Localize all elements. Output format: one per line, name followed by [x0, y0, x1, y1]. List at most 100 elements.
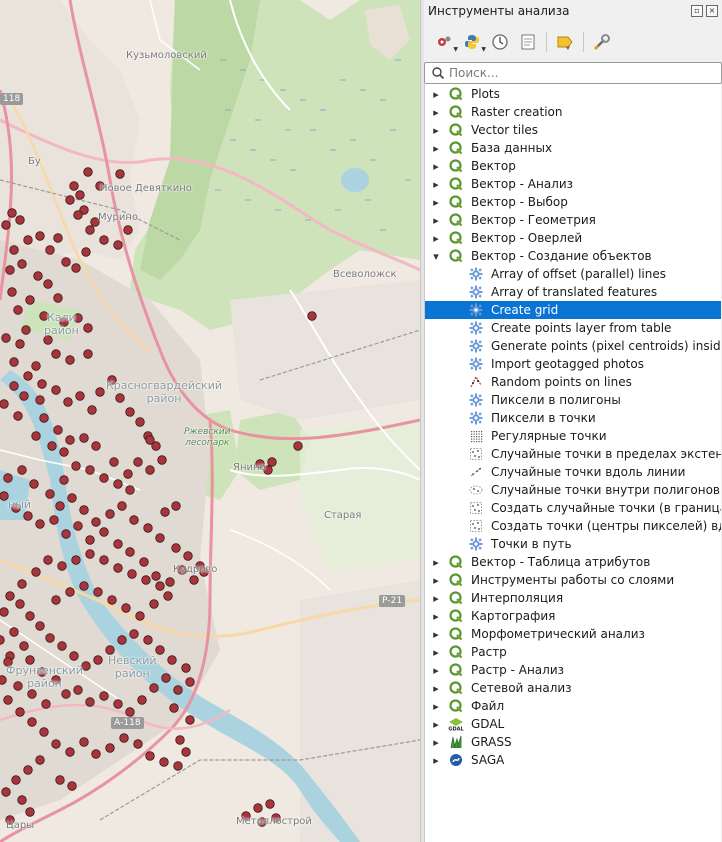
chevron-right-icon[interactable]: ▸ — [431, 733, 441, 751]
chevron-right-icon[interactable]: ▸ — [431, 121, 441, 139]
chevron-right-icon[interactable]: ▸ — [431, 553, 441, 571]
chevron-right-icon[interactable]: ▸ — [431, 751, 441, 769]
map-canvas[interactable]: Кузьмоловский Новое Девяткино Мурино Все… — [0, 0, 420, 842]
tree-group[interactable]: ▸ SAGA — [425, 751, 721, 769]
map-point — [129, 629, 139, 639]
options-icon[interactable] — [590, 30, 614, 54]
edit-features-icon[interactable] — [553, 30, 577, 54]
chevron-right-icon[interactable]: ▸ — [431, 697, 441, 715]
tree-group[interactable]: ▸ Raster creation — [425, 103, 721, 121]
search-box[interactable] — [424, 62, 722, 84]
history-icon[interactable] — [488, 30, 512, 54]
chevron-right-icon[interactable]: ▸ — [431, 193, 441, 211]
tree-item-label: Вектор - Таблица атрибутов — [471, 555, 651, 569]
algorithm-tree[interactable]: ▸ Plots ▸ Raster creation ▸ Vector tiles ▸ База… — [424, 84, 721, 842]
map-point — [125, 707, 135, 717]
tree-algorithm[interactable]: Random points on lines — [425, 373, 721, 391]
tree-group[interactable]: ▸ GDAL GDAL — [425, 715, 721, 733]
qgis-icon — [448, 158, 464, 174]
tree-item-label: Raster creation — [471, 105, 563, 119]
search-input[interactable] — [445, 66, 721, 80]
tree-group[interactable]: ▾ Вектор - Создание объектов — [425, 247, 721, 265]
tree-algorithm[interactable]: Случайные точки внутри полигонов — [425, 481, 721, 499]
python-icon[interactable]: ▼ — [460, 30, 486, 54]
chevron-right-icon[interactable]: ▸ — [431, 625, 441, 643]
chevron-right-icon[interactable]: ▸ — [431, 643, 441, 661]
tree-algorithm[interactable]: Создать случайные точки (в границах с... — [425, 499, 721, 517]
tree-algorithm[interactable]: Array of offset (parallel) lines — [425, 265, 721, 283]
tree-group[interactable]: ▸ Vector tiles — [425, 121, 721, 139]
tree-group[interactable]: ▸ Файл — [425, 697, 721, 715]
tree-item-label: Create points layer from table — [491, 321, 672, 335]
chevron-right-icon[interactable]: ▸ — [431, 607, 441, 625]
chevron-right-icon[interactable]: ▸ — [431, 229, 441, 247]
tree-algorithm[interactable]: Generate points (pixel centroids) inside… — [425, 337, 721, 355]
tree-algorithm[interactable]: Случайные точки в пределах экстента — [425, 445, 721, 463]
tree-algorithm[interactable]: Точки в путь — [425, 535, 721, 553]
tree-algorithm[interactable]: Случайные точки вдоль линии — [425, 463, 721, 481]
tree-group[interactable]: ▸ Картография — [425, 607, 721, 625]
chevron-right-icon[interactable]: ▸ — [431, 715, 441, 733]
tree-algorithm[interactable]: Array of translated features — [425, 283, 721, 301]
tree-algorithm[interactable]: Регулярные точки — [425, 427, 721, 445]
chevron-right-icon[interactable]: ▸ — [431, 175, 441, 193]
close-icon[interactable]: × — [706, 5, 718, 17]
map-point — [85, 535, 95, 545]
qgis-icon — [448, 644, 464, 660]
road-shield-a118: А-118 — [111, 717, 144, 729]
map-point — [127, 569, 137, 579]
map-point — [75, 190, 85, 200]
tree-group[interactable]: ▸ Интерполяция — [425, 589, 721, 607]
tree-group[interactable]: ▸ Вектор — [425, 157, 721, 175]
map-point — [83, 323, 93, 333]
tree-group[interactable]: ▸ Морфометрический анализ — [425, 625, 721, 643]
chevron-right-icon[interactable]: ▸ — [431, 85, 441, 103]
map-point — [99, 555, 109, 565]
tree-algorithm[interactable]: Import geotagged photos — [425, 355, 721, 373]
tree-algorithm[interactable]: Пиксели в полигоны — [425, 391, 721, 409]
chevron-right-icon[interactable]: ▸ — [431, 571, 441, 589]
tree-algorithm[interactable]: Создать точки (центры пикселей) вдол... — [425, 517, 721, 535]
map-point — [185, 715, 195, 725]
tree-group[interactable]: ▸ Вектор - Геометрия — [425, 211, 721, 229]
map-point — [19, 641, 29, 651]
map-point — [159, 757, 169, 767]
tree-group[interactable]: ▸ GRASS — [425, 733, 721, 751]
tree-group[interactable]: ▸ Растр — [425, 643, 721, 661]
tree-group[interactable]: ▸ Сетевой анализ — [425, 679, 721, 697]
tree-group[interactable]: ▸ Вектор - Таблица атрибутов — [425, 553, 721, 571]
chevron-down-icon[interactable]: ▾ — [431, 247, 441, 265]
chevron-right-icon[interactable]: ▸ — [431, 139, 441, 157]
map-label-novoe-devyatkino: Новое Девяткино — [100, 183, 192, 194]
map-point — [129, 515, 139, 525]
map-point — [0, 607, 9, 617]
tree-group[interactable]: ▸ Вектор - Оверлей — [425, 229, 721, 247]
tree-algorithm[interactable]: Create grid — [425, 301, 721, 319]
map-point — [183, 551, 193, 561]
tree-item-label: Файл — [471, 699, 505, 713]
chevron-right-icon[interactable]: ▸ — [431, 103, 441, 121]
tree-group[interactable]: ▸ База данных — [425, 139, 721, 157]
chevron-right-icon[interactable]: ▸ — [431, 679, 441, 697]
float-icon[interactable]: ▫ — [691, 5, 703, 17]
map-point — [135, 611, 145, 621]
models-icon[interactable]: ▼ — [432, 30, 458, 54]
tree-group[interactable]: ▸ Plots — [425, 85, 721, 103]
chevron-right-icon[interactable]: ▸ — [431, 211, 441, 229]
chevron-right-icon[interactable]: ▸ — [431, 589, 441, 607]
tree-algorithm[interactable]: Create points layer from table — [425, 319, 721, 337]
map-point — [71, 555, 81, 565]
tree-group[interactable]: ▸ Вектор - Выбор — [425, 193, 721, 211]
map-point — [45, 633, 55, 643]
tree-group[interactable]: ▸ Растр - Анализ — [425, 661, 721, 679]
map-point — [23, 235, 33, 245]
map-point — [139, 557, 149, 567]
chevron-right-icon[interactable]: ▸ — [431, 661, 441, 679]
results-icon[interactable] — [516, 30, 540, 54]
tree-algorithm[interactable]: Пиксели в точки — [425, 409, 721, 427]
tree-group[interactable]: ▸ Вектор - Анализ — [425, 175, 721, 193]
chevron-right-icon[interactable]: ▸ — [431, 157, 441, 175]
tree-item-label: Пиксели в полигоны — [491, 393, 621, 407]
tree-group[interactable]: ▸ Инструменты работы со слоями — [425, 571, 721, 589]
map-label-nevsky: Невский район — [108, 654, 157, 680]
